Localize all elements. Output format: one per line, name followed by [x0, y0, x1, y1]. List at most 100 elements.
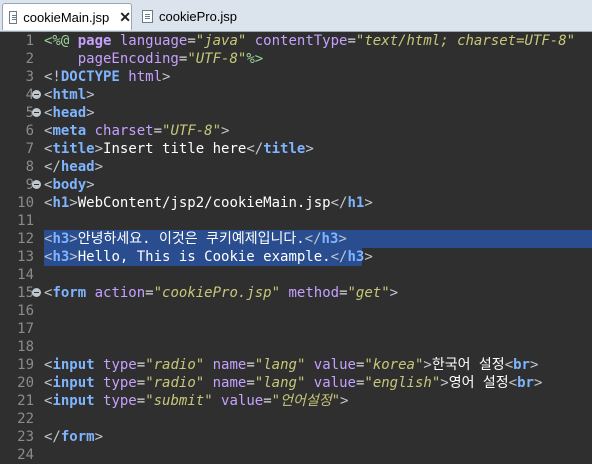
line-number: 1	[25, 33, 34, 49]
radio-english-label: 영어 설정	[448, 375, 509, 391]
tag-input: input	[52, 393, 95, 409]
line-number: 7	[25, 141, 34, 157]
attr-name: name	[204, 375, 247, 391]
tag-h3: h3	[52, 249, 70, 265]
tag-h3-close: h3	[321, 231, 339, 247]
h3-english-text: Hello, This is Cookie example.	[77, 249, 331, 265]
line-content: <!DOCTYPE html>	[44, 68, 170, 86]
val-type: "submit"	[145, 393, 213, 409]
line-number: 2	[25, 51, 34, 67]
attr-language: language	[111, 33, 188, 49]
val-type: "radio"	[145, 375, 205, 391]
radio-korean-label: 한국어 설정	[431, 357, 505, 373]
val-name: "lang"	[254, 357, 306, 373]
attr-charset: charset	[86, 123, 154, 139]
equals: =	[347, 33, 356, 49]
line-content: <h3>Hello, This is Cookie example.</h3>	[44, 248, 373, 266]
line-content: <h3>안녕하세요. 이것은 쿠키예제입니다.</h3>	[44, 230, 592, 248]
editor-tab-bar: cookieMain.jsp ✕ cookiePro.jsp	[0, 0, 592, 32]
line-number: 6	[25, 123, 34, 139]
line-content: pageEncoding="UTF-8"%>	[44, 50, 263, 68]
line-number: 12	[17, 231, 34, 247]
code-line: 17	[0, 320, 592, 338]
line-content: <form action="cookiePro.jsp" method="get…	[44, 285, 399, 301]
tab-cookiemain[interactable]: cookieMain.jsp ✕	[2, 3, 132, 30]
val-value: "korea"	[364, 357, 424, 373]
code-line: 23 </form>	[0, 428, 592, 446]
line-number: 4	[25, 87, 34, 103]
tag-h3-close: h3	[347, 249, 365, 265]
tag-html: html	[52, 87, 87, 103]
line-number: 19	[17, 357, 34, 373]
tag-body: body	[52, 177, 87, 193]
doctype-html: html	[119, 69, 163, 85]
code-line: 14	[0, 266, 592, 284]
code-line: 19 <input type="radio" name="lang" value…	[0, 356, 592, 374]
val-utf8: "UTF-8"	[187, 51, 247, 67]
tab-cookiepro[interactable]: cookiePro.jsp	[136, 3, 256, 30]
val-contenttype: "text/html; charset=UTF-8"	[355, 33, 576, 49]
tag-h3: h3	[52, 231, 70, 247]
h3-korean-text: 안녕하세요. 이것은 쿠키예제입니다.	[77, 231, 305, 247]
directive-page: page	[69, 33, 112, 49]
tag-br: br	[517, 375, 534, 391]
line-content: <body>	[44, 177, 95, 193]
code-line-selected: 12 <h3>안녕하세요. 이것은 쿠키예제입니다.</h3>	[0, 230, 592, 248]
doctype-close: >	[162, 69, 171, 85]
line-number: 22	[17, 411, 34, 427]
tag-input: input	[52, 375, 95, 391]
code-line: 10 <h1>WebContent/jsp2/cookieMain.jsp</h…	[0, 194, 592, 212]
code-line: 8 </head>	[0, 158, 592, 176]
fold-toggle-icon[interactable]	[32, 90, 41, 99]
fold-toggle-icon[interactable]	[32, 288, 41, 297]
tag-form: form	[52, 285, 87, 301]
code-line: 7 <title>Insert title here</title>	[0, 140, 592, 158]
line-number: 10	[17, 195, 34, 211]
tag-input: input	[52, 357, 95, 373]
attr-value: value	[305, 357, 356, 373]
attr-method: method	[280, 285, 340, 301]
tab-label: cookiePro.jsp	[159, 9, 238, 24]
code-editor[interactable]: 1 <%@ page language="java" contentType="…	[0, 32, 592, 464]
code-line: 4 <html>	[0, 86, 592, 104]
attr-value: value	[305, 375, 356, 391]
title-text: Insert title here	[103, 141, 247, 157]
line-content: <html>	[44, 87, 95, 103]
jsp-file-icon	[9, 10, 18, 24]
tag-head: head	[52, 105, 87, 121]
line-number: 18	[17, 339, 34, 355]
attr-action: action	[86, 285, 146, 301]
line-content: <title>Insert title here</title>	[44, 141, 314, 157]
fold-toggle-icon[interactable]	[32, 180, 41, 189]
val-utf8: "UTF-8"	[162, 123, 222, 139]
line-number: 23	[17, 429, 34, 445]
tab-label: cookieMain.jsp	[23, 9, 110, 25]
line-number: 5	[25, 105, 34, 121]
tag-title: title	[52, 141, 95, 157]
doctype-open: <!	[44, 69, 61, 85]
line-content: </form>	[44, 429, 104, 445]
line-content: <%@ page language="java" contentType="te…	[44, 32, 575, 50]
fold-toggle-icon[interactable]	[32, 108, 41, 117]
attr-value: value	[212, 393, 264, 409]
tag-title-close: title	[263, 141, 306, 157]
equals: =	[153, 123, 163, 139]
attr-type: type	[94, 357, 137, 373]
close-tab-icon[interactable]: ✕	[119, 9, 131, 26]
attr-name: name	[204, 357, 247, 373]
val-name: "lang"	[254, 375, 306, 391]
line-content: <meta charset="UTF-8">	[44, 123, 230, 139]
code-line: 16	[0, 302, 592, 320]
doctype-keyword: DOCTYPE	[60, 69, 120, 85]
code-line: 18	[0, 338, 592, 356]
code-line: 22	[0, 410, 592, 428]
line-number: 24	[17, 447, 34, 463]
val-value: "english"	[364, 375, 441, 391]
jsp-directive-close: %>	[246, 51, 264, 67]
code-line: 11	[0, 212, 592, 230]
attr-contenttype: contentType	[246, 33, 348, 49]
h1-text: WebContent/jsp2/cookieMain.jsp	[77, 195, 331, 211]
tag-meta: meta	[52, 123, 87, 139]
code-line: 1 <%@ page language="java" contentType="…	[0, 32, 592, 50]
